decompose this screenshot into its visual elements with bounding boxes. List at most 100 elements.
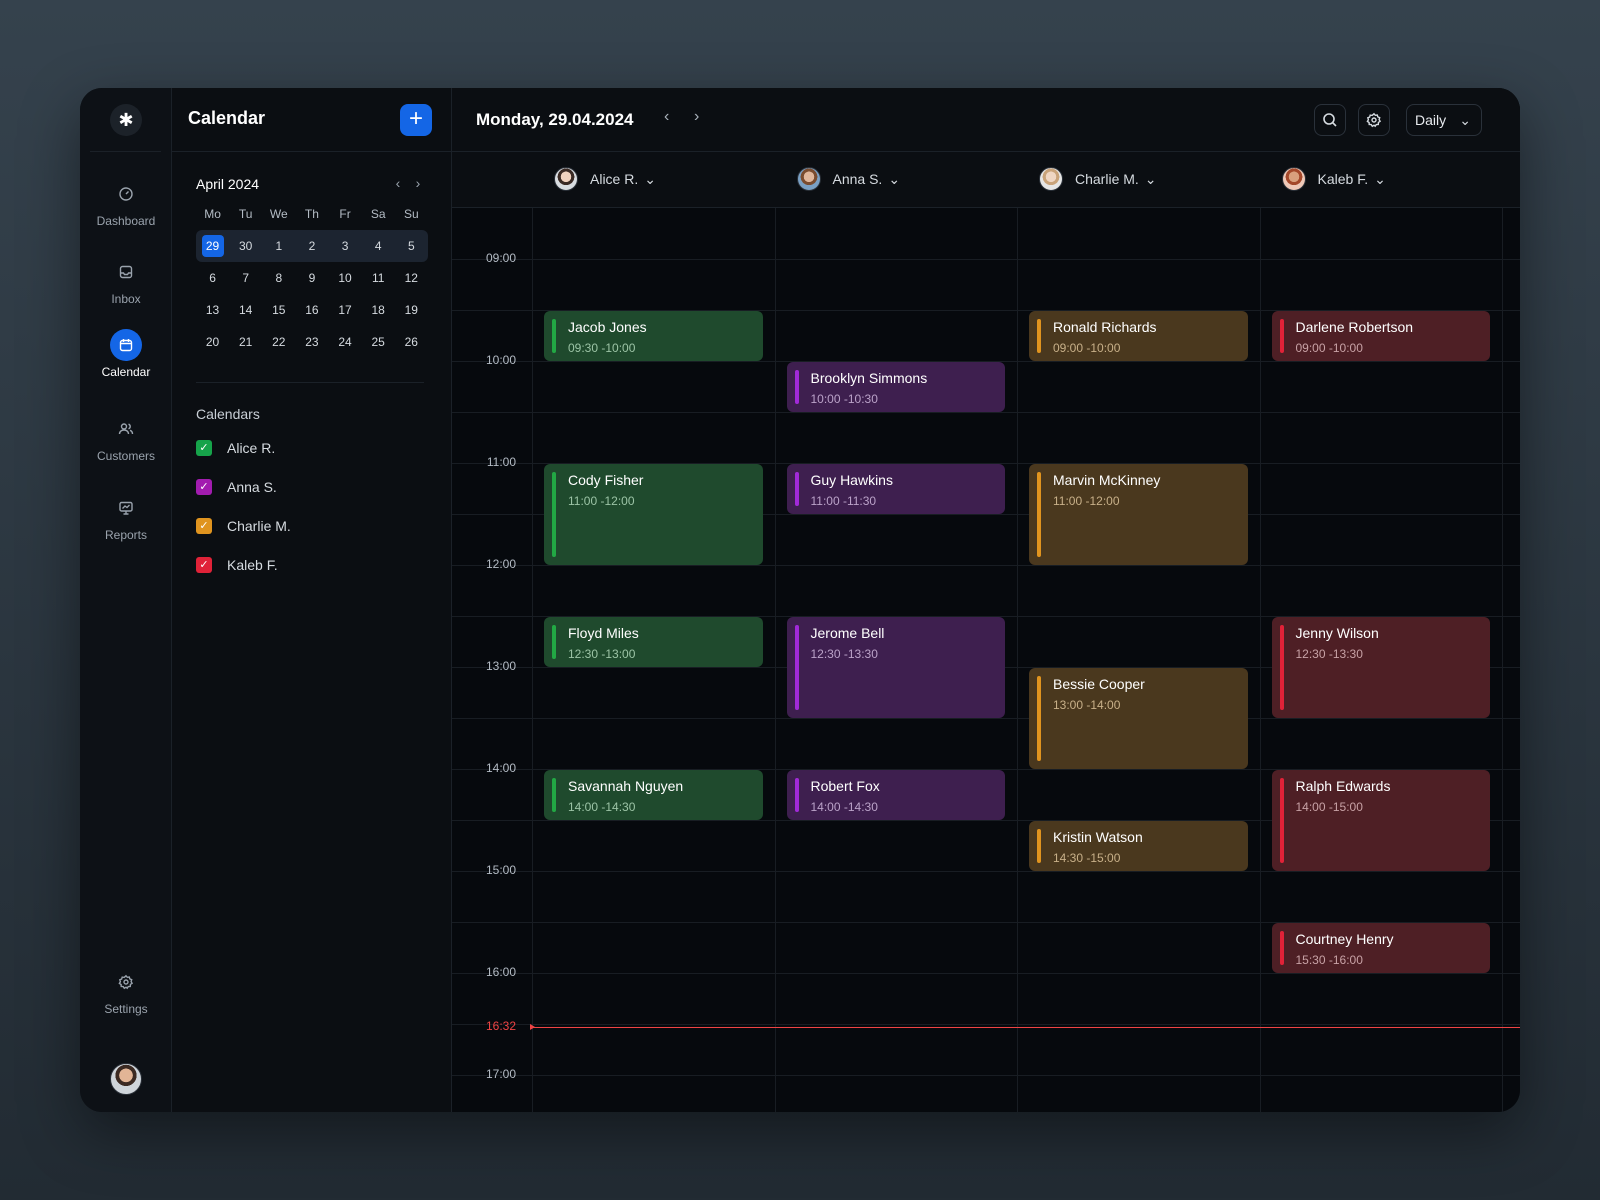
event-card[interactable]: Darlene Robertson 09:00 -10:00: [1271, 311, 1490, 361]
inbox-icon: [110, 256, 142, 288]
weekday-label: Tu: [238, 207, 253, 221]
search-button[interactable]: [1314, 104, 1346, 136]
event-card[interactable]: Ralph Edwards 14:00 -15:00: [1271, 770, 1490, 871]
event-title: Cody Fisher: [568, 472, 644, 488]
calendar-toggle[interactable]: ✓ Alice R.: [196, 440, 275, 456]
calendar-app: ✱ Dashboard Inbox Calendar Customers Rep…: [80, 88, 1520, 1112]
time-label: 15:00: [485, 863, 516, 877]
event-time: 12:30 -13:30: [1295, 647, 1363, 661]
event-card[interactable]: Guy Hawkins 11:00 -11:30: [786, 464, 1005, 514]
event-color-bar: [794, 625, 799, 710]
event-color-bar: [1279, 625, 1284, 710]
settings-button[interactable]: [1358, 104, 1390, 136]
user-avatar[interactable]: [110, 1063, 142, 1095]
person-filter[interactable]: Alice R. ⌄: [554, 167, 656, 191]
day-cell[interactable]: 25: [362, 331, 395, 353]
day-cell[interactable]: 1: [262, 235, 295, 257]
week-row: 6 7 8 9 10 11 12: [196, 262, 428, 294]
day-cell[interactable]: 4: [362, 235, 395, 257]
view-select[interactable]: Daily ⌄: [1406, 104, 1482, 136]
event-card[interactable]: Courtney Henry 15:30 -16:00: [1271, 923, 1490, 973]
checkbox-icon[interactable]: ✓: [196, 479, 212, 495]
day-cell[interactable]: 20: [196, 331, 229, 353]
nav-label: Settings: [104, 1002, 148, 1016]
nav-label: Reports: [104, 528, 148, 542]
day-cell[interactable]: 30: [229, 235, 262, 257]
day-cell[interactable]: 22: [262, 331, 295, 353]
current-date: Monday, 29.04.2024: [476, 110, 634, 129]
day-cell[interactable]: 14: [229, 299, 262, 321]
event-card[interactable]: Brooklyn Simmons 10:00 -10:30: [786, 362, 1005, 412]
event-card[interactable]: Kristin Watson 14:30 -15:00: [1029, 821, 1248, 871]
nav-settings[interactable]: Settings: [80, 966, 172, 1016]
chevron-left-icon[interactable]: ‹: [388, 175, 408, 191]
avatar: [1281, 167, 1306, 191]
event-card[interactable]: Floyd Miles 12:30 -13:00: [544, 617, 763, 667]
day-cell[interactable]: 7: [229, 267, 262, 289]
nav-calendar[interactable]: Calendar: [80, 329, 172, 379]
event-card[interactable]: Marvin McKinney 11:00 -12:00: [1029, 464, 1248, 565]
chevron-right-icon[interactable]: ›: [408, 175, 428, 191]
add-event-button[interactable]: +: [400, 104, 432, 136]
day-cell[interactable]: 21: [229, 331, 262, 353]
person-filter[interactable]: Anna S. ⌄: [796, 167, 900, 191]
event-time: 14:00 -14:30: [568, 800, 636, 814]
calendars-heading: Calendars: [196, 406, 260, 422]
event-color-bar: [794, 778, 799, 812]
time-label: 17:00: [485, 1067, 516, 1081]
grid-line: [452, 412, 1520, 413]
checkbox-icon[interactable]: ✓: [196, 518, 212, 534]
day-cell[interactable]: 9: [295, 267, 328, 289]
next-day-chevron-icon[interactable]: ›: [694, 108, 699, 126]
day-cell[interactable]: 16: [295, 299, 328, 321]
nav-reports[interactable]: Reports: [80, 492, 172, 542]
event-card[interactable]: Jerome Bell 12:30 -13:30: [786, 617, 1005, 718]
person-filter[interactable]: Kaleb F. ⌄: [1281, 167, 1386, 191]
event-card[interactable]: Jenny Wilson 12:30 -13:30: [1271, 617, 1490, 718]
day-cell[interactable]: 6: [196, 267, 229, 289]
event-time: 12:30 -13:00: [568, 647, 636, 661]
day-cell[interactable]: 29: [201, 235, 224, 257]
nav-dashboard[interactable]: Dashboard: [80, 178, 172, 228]
day-cell[interactable]: 2: [295, 235, 328, 257]
day-cell[interactable]: 10: [329, 267, 362, 289]
event-card[interactable]: Cody Fisher 11:00 -12:00: [544, 464, 763, 565]
day-cell[interactable]: 18: [362, 299, 395, 321]
calendar-toggle[interactable]: ✓ Charlie M.: [196, 518, 291, 534]
grid-line: [452, 1075, 1520, 1076]
time-label: 10:00: [485, 353, 516, 367]
day-cell[interactable]: 12: [395, 267, 428, 289]
time-label: 16:00: [485, 965, 516, 979]
event-card[interactable]: Bessie Cooper 13:00 -14:00: [1029, 668, 1248, 769]
day-cell[interactable]: 17: [329, 299, 362, 321]
calendar-name: Charlie M.: [227, 518, 291, 534]
logo-icon[interactable]: ✱: [110, 104, 142, 136]
checkbox-icon[interactable]: ✓: [196, 440, 212, 456]
calendar-toggle[interactable]: ✓ Anna S.: [196, 479, 277, 495]
day-cell[interactable]: 3: [329, 235, 362, 257]
nav-inbox[interactable]: Inbox: [80, 256, 172, 306]
nav-customers[interactable]: Customers: [80, 413, 172, 463]
day-cell[interactable]: 11: [362, 267, 395, 289]
event-card[interactable]: Robert Fox 14:00 -14:30: [786, 770, 1005, 820]
day-cell[interactable]: 19: [395, 299, 428, 321]
day-cell[interactable]: 13: [196, 299, 229, 321]
event-card[interactable]: Jacob Jones 09:30 -10:00: [544, 311, 763, 361]
calendar-toggle[interactable]: ✓ Kaleb F.: [196, 557, 278, 573]
day-cell[interactable]: 26: [395, 331, 428, 353]
event-card[interactable]: Ronald Richards 09:00 -10:00: [1029, 311, 1248, 361]
person-filter[interactable]: Charlie M. ⌄: [1039, 167, 1157, 191]
checkbox-icon[interactable]: ✓: [196, 557, 212, 573]
week-row: 13 14 15 16 17 18 19: [196, 294, 428, 326]
day-cell[interactable]: 15: [262, 299, 295, 321]
day-cell[interactable]: 8: [262, 267, 295, 289]
prev-day-chevron-icon[interactable]: ‹: [664, 108, 669, 126]
chevron-down-icon: ⌄: [1459, 112, 1471, 128]
chevron-down-icon: ⌄: [1144, 170, 1157, 187]
event-title: Ralph Edwards: [1295, 778, 1391, 794]
day-cell[interactable]: 23: [295, 331, 328, 353]
calendar-name: Anna S.: [227, 479, 277, 495]
event-card[interactable]: Savannah Nguyen 14:00 -14:30: [544, 770, 763, 820]
day-cell[interactable]: 24: [329, 331, 362, 353]
day-cell[interactable]: 5: [395, 235, 428, 257]
